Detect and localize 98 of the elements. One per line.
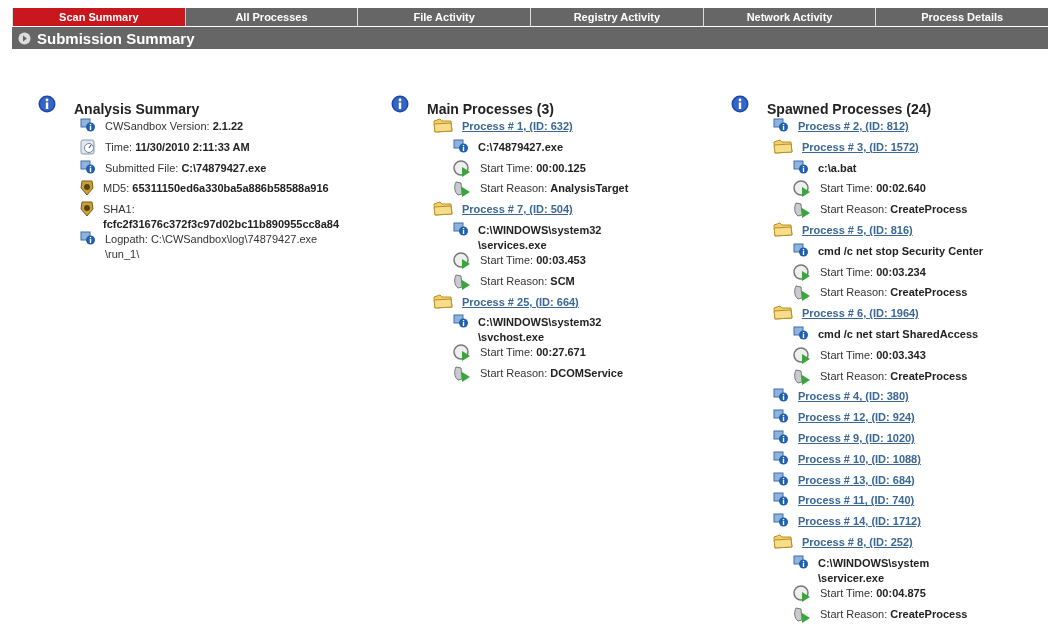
- detail-text: Start Reason: SCM: [480, 273, 575, 289]
- file-info-icon: [793, 159, 809, 174]
- process-link[interactable]: Process # 7, (ID: 504): [462, 202, 573, 218]
- detail-text: Submitted File: C:\74879427.exe: [105, 160, 267, 176]
- folder-icon: [773, 138, 793, 154]
- process-link[interactable]: Process # 8, (ID: 252): [802, 534, 913, 550]
- clock-play-icon: [453, 344, 471, 363]
- detail-text: C:\74879427.exe: [478, 139, 563, 155]
- folder-icon: [773, 533, 793, 549]
- clock-play-icon: [453, 252, 471, 270]
- detail-text: C:\WINDOWS\system32 \services.exe: [478, 223, 602, 253]
- folder-icon: [433, 201, 453, 217]
- file-info-icon: [773, 429, 789, 444]
- folder-icon: [433, 293, 453, 309]
- detail-text: Start Reason: DCOMService: [480, 366, 624, 382]
- process-link[interactable]: Process # 10, (ID: 1088): [798, 451, 921, 467]
- cursor-play-icon: [793, 284, 811, 303]
- detail-text: c:\a.bat: [818, 160, 857, 176]
- detail-text: Start Time: 00:04.875: [820, 585, 926, 601]
- file-info-icon: [453, 138, 469, 153]
- file-info-icon: [80, 159, 96, 174]
- process-link[interactable]: Process # 5, (ID: 816): [802, 223, 913, 238]
- detail-text: Start Time: 00:00.125: [480, 160, 586, 176]
- file-info-icon: [793, 325, 809, 340]
- tab[interactable]: Process Details: [875, 8, 1048, 26]
- cursor-play-icon: [453, 365, 471, 384]
- clock-play-icon: [793, 180, 811, 199]
- process-link[interactable]: Process # 3, (ID: 1572): [802, 139, 919, 155]
- detail-text: Start Reason: AnalysisTarget: [480, 181, 629, 197]
- detail-text: Start Reason: CreateProcess: [820, 285, 968, 301]
- process-link[interactable]: Process # 13, (ID: 684): [798, 472, 915, 488]
- detail-text: cmd /c net start SharedAccess: [818, 326, 979, 342]
- cursor-play-icon: [793, 367, 811, 386]
- process-link[interactable]: Process # 2, (ID: 812): [798, 119, 909, 134]
- tab[interactable]: Registry Activity: [530, 8, 703, 26]
- tab[interactable]: All Processes: [184, 8, 358, 26]
- clock-play-icon: [793, 346, 811, 365]
- clock-play-icon: [793, 584, 811, 603]
- folder-icon: [773, 305, 793, 321]
- detail-text: Start Time: 00:03.453: [480, 253, 586, 268]
- detail-text: Time: 11/30/2010 2:11:33 AM: [105, 139, 250, 155]
- badge-icon: [80, 201, 94, 218]
- detail-text: C:\WINDOWS\system \servicer.exe: [818, 555, 930, 586]
- detail-text: Start Reason: CreateProcess: [820, 202, 968, 218]
- cursor-play-icon: [793, 201, 811, 220]
- file-info-icon: [793, 554, 809, 569]
- file-info-icon: [80, 231, 96, 246]
- process-link[interactable]: Process # 9, (ID: 1020): [798, 430, 915, 446]
- detail-text: C:\WINDOWS\system32 \svchost.exe: [478, 315, 602, 346]
- badge-icon: [80, 180, 94, 197]
- clock-play-icon: [793, 263, 811, 282]
- column-title: Spawned Processes (24): [767, 101, 933, 117]
- clock-play-icon: [453, 159, 471, 178]
- file-info-icon: [453, 222, 469, 236]
- detail-text: Start Time: 00:02.640: [820, 181, 926, 197]
- detail-text: Logpath: C:\CWSandbox\log\74879427.exe \run_1\: [105, 232, 318, 263]
- tab[interactable]: File Activity: [357, 8, 530, 26]
- clock-icon: [80, 138, 96, 155]
- file-info-icon: [453, 314, 469, 329]
- tab[interactable]: Scan Summary: [12, 8, 185, 26]
- detail-text: SHA1: fcfc2f31676c372f3c97d02bc11b890955cc8a84: [103, 202, 340, 233]
- file-info-icon: [773, 492, 789, 507]
- process-link[interactable]: Process # 4, (ID: 380): [798, 389, 909, 405]
- file-info-icon: [773, 388, 789, 403]
- folder-icon: [433, 118, 453, 133]
- file-info-icon: [80, 118, 96, 132]
- detail-text: MD5: 65311150ed6a330ba5a886b58588a916: [103, 181, 329, 197]
- file-info-icon: [773, 471, 789, 486]
- cursor-play-icon: [453, 180, 471, 199]
- info-icon: [731, 95, 749, 113]
- column-title: Main Processes (3): [427, 101, 555, 117]
- folder-icon: [773, 222, 793, 237]
- process-link[interactable]: Process # 1, (ID: 632): [462, 119, 573, 134]
- info-icon: [38, 95, 56, 113]
- process-link[interactable]: Process # 14, (ID: 1712): [798, 514, 921, 530]
- column-title: Analysis Summary: [74, 101, 201, 117]
- file-info-icon: [793, 242, 809, 257]
- file-info-icon: [773, 450, 789, 465]
- detail-text: Start Time: 00:27.671: [480, 345, 586, 361]
- tab[interactable]: Network Activity: [702, 8, 876, 26]
- cursor-play-icon: [793, 605, 811, 624]
- file-info-icon: [773, 409, 789, 424]
- info-icon: [391, 95, 409, 113]
- file-info-icon: [773, 513, 789, 528]
- detail-text: Start Reason: CreateProcess: [820, 606, 968, 622]
- detail-text: Start Time: 00:03.343: [820, 347, 926, 363]
- detail-text: Start Reason: CreateProcess: [820, 368, 968, 384]
- process-link[interactable]: Process # 6, (ID: 1964): [802, 306, 919, 322]
- file-info-icon: [773, 118, 789, 132]
- detail-text: Start Time: 00:03.234: [820, 264, 926, 280]
- process-link[interactable]: Process # 25, (ID: 664): [462, 294, 579, 310]
- bullet-icon: [18, 31, 31, 45]
- cursor-play-icon: [453, 272, 471, 291]
- detail-text: CWSandbox Version: 2.1.22: [105, 119, 244, 134]
- detail-text: cmd /c net stop Security Center: [818, 243, 984, 259]
- process-link[interactable]: Process # 11, (ID: 740): [798, 493, 915, 509]
- process-link[interactable]: Process # 12, (ID: 924): [798, 410, 915, 426]
- section-title: Submission Summary: [37, 29, 195, 47]
